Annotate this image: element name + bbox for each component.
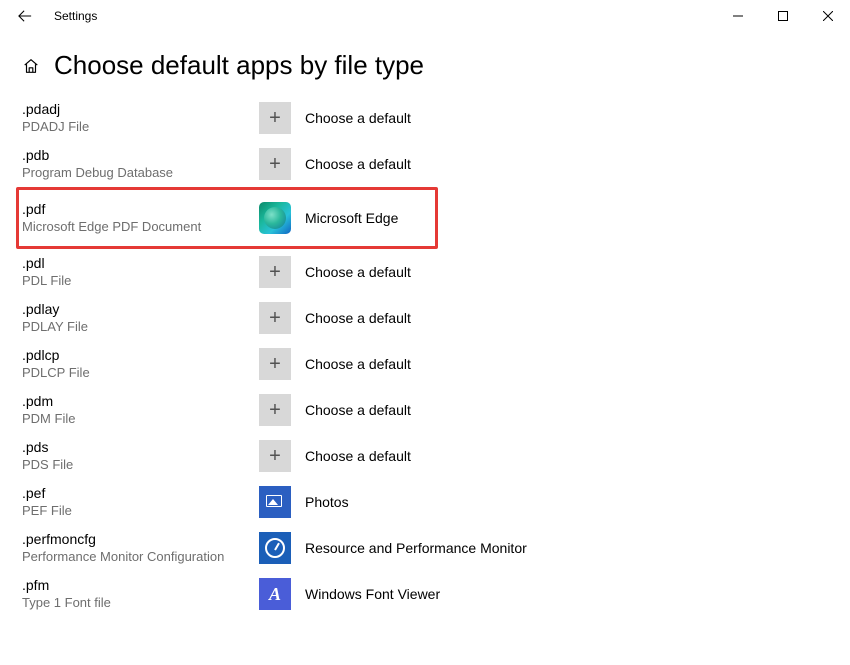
plus-icon: + — [259, 102, 291, 134]
default-app-button[interactable]: + Choose a default — [259, 302, 411, 334]
resmon-icon — [259, 532, 291, 564]
edge-icon — [259, 202, 291, 234]
file-type-info: .pdsPDS File — [22, 438, 259, 473]
default-app-label: Photos — [305, 494, 349, 510]
file-type-row: .pdsPDS File+ Choose a default — [22, 433, 828, 479]
plus-icon: + — [259, 302, 291, 334]
window-controls — [715, 0, 850, 32]
minimize-icon — [733, 11, 743, 21]
file-type-row: .pdmPDM File+ Choose a default — [22, 387, 828, 433]
file-type-description: PDM File — [22, 411, 259, 428]
font-viewer-icon: A — [259, 578, 291, 610]
file-extension: .pdm — [22, 392, 259, 410]
file-type-row: .pdlcpPDLCP File+ Choose a default — [22, 341, 828, 387]
default-app-button[interactable]: + Choose a default — [259, 102, 411, 134]
default-app-label: Resource and Performance Monitor — [305, 540, 527, 556]
plus-icon: + — [259, 394, 291, 426]
file-type-info: .pdmPDM File — [22, 392, 259, 427]
default-app-label: Choose a default — [305, 110, 411, 126]
arrow-left-icon — [18, 9, 32, 23]
file-extension: .pdb — [22, 146, 259, 164]
default-app-button[interactable]: + Choose a default — [259, 348, 411, 380]
file-type-row: .perfmoncfgPerformance Monitor Configura… — [22, 525, 828, 571]
window-title: Settings — [54, 9, 97, 23]
file-type-info: .pdlcpPDLCP File — [22, 346, 259, 381]
default-app-button[interactable]: Microsoft Edge — [259, 202, 398, 234]
file-type-info: .pfmType 1 Font file — [22, 576, 259, 611]
default-app-label: Choose a default — [305, 356, 411, 372]
back-button[interactable] — [14, 5, 36, 27]
file-type-description: PDS File — [22, 457, 259, 474]
default-app-label: Choose a default — [305, 264, 411, 280]
plus-icon: + — [259, 256, 291, 288]
file-extension: .pdf — [22, 200, 259, 218]
home-icon[interactable] — [22, 57, 40, 75]
file-type-row: .pdadjPDADJ File+ Choose a default — [22, 95, 828, 141]
file-extension: .perfmoncfg — [22, 530, 259, 548]
file-extension: .pdlay — [22, 300, 259, 318]
file-type-info: .perfmoncfgPerformance Monitor Configura… — [22, 530, 259, 565]
default-app-button[interactable]: + Choose a default — [259, 440, 411, 472]
plus-icon: + — [259, 348, 291, 380]
close-button[interactable] — [805, 0, 850, 32]
default-app-label: Windows Font Viewer — [305, 586, 440, 602]
file-type-row: .pdfMicrosoft Edge PDF DocumentMicrosoft… — [16, 187, 438, 249]
plus-icon: + — [259, 440, 291, 472]
close-icon — [823, 11, 833, 21]
default-app-label: Choose a default — [305, 402, 411, 418]
file-type-info: .pdadjPDADJ File — [22, 100, 259, 135]
file-type-description: Performance Monitor Configuration — [22, 549, 259, 566]
file-type-info: .pefPEF File — [22, 484, 259, 519]
file-type-row: .pfmType 1 Font fileA Windows Font Viewer — [22, 571, 828, 617]
page-header: Choose default apps by file type — [0, 32, 850, 89]
default-app-button[interactable]: Photos — [259, 486, 349, 518]
plus-icon: + — [259, 148, 291, 180]
file-type-description: PDLAY File — [22, 319, 259, 336]
file-extension: .pdlcp — [22, 346, 259, 364]
default-app-button[interactable]: A Windows Font Viewer — [259, 578, 440, 610]
default-app-label: Microsoft Edge — [305, 210, 398, 226]
file-type-description: Type 1 Font file — [22, 595, 259, 612]
file-extension: .pdl — [22, 254, 259, 272]
default-app-label: Choose a default — [305, 448, 411, 464]
file-type-description: PDLCP File — [22, 365, 259, 382]
file-type-row: .pefPEF File Photos — [22, 479, 828, 525]
file-extension: .pdadj — [22, 100, 259, 118]
titlebar: Settings — [0, 0, 850, 32]
default-app-label: Choose a default — [305, 156, 411, 172]
maximize-button[interactable] — [760, 0, 805, 32]
maximize-icon — [778, 11, 788, 21]
file-type-info: .pdbProgram Debug Database — [22, 146, 259, 181]
file-type-description: Program Debug Database — [22, 165, 259, 182]
default-app-button[interactable]: + Choose a default — [259, 148, 411, 180]
file-extension: .pds — [22, 438, 259, 456]
file-type-info: .pdlayPDLAY File — [22, 300, 259, 335]
file-type-row: .pdbProgram Debug Database+ Choose a defa… — [22, 141, 828, 187]
page-title: Choose default apps by file type — [54, 50, 424, 81]
file-type-description: PEF File — [22, 503, 259, 520]
default-app-button[interactable]: + Choose a default — [259, 394, 411, 426]
file-type-row: .pdlayPDLAY File+ Choose a default — [22, 295, 828, 341]
file-type-description: PDL File — [22, 273, 259, 290]
file-type-description: PDADJ File — [22, 119, 259, 136]
photos-icon — [259, 486, 291, 518]
minimize-button[interactable] — [715, 0, 760, 32]
file-type-info: .pdlPDL File — [22, 254, 259, 289]
file-type-list: .pdadjPDADJ File+Choose a default.pdbPro… — [0, 89, 850, 623]
file-extension: .pef — [22, 484, 259, 502]
default-app-button[interactable]: + Choose a default — [259, 256, 411, 288]
default-app-label: Choose a default — [305, 310, 411, 326]
file-type-description: Microsoft Edge PDF Document — [22, 219, 259, 236]
file-type-info: .pdfMicrosoft Edge PDF Document — [22, 200, 259, 235]
file-type-row: .pdlPDL File+ Choose a default — [22, 249, 828, 295]
default-app-button[interactable]: Resource and Performance Monitor — [259, 532, 527, 564]
file-extension: .pfm — [22, 576, 259, 594]
